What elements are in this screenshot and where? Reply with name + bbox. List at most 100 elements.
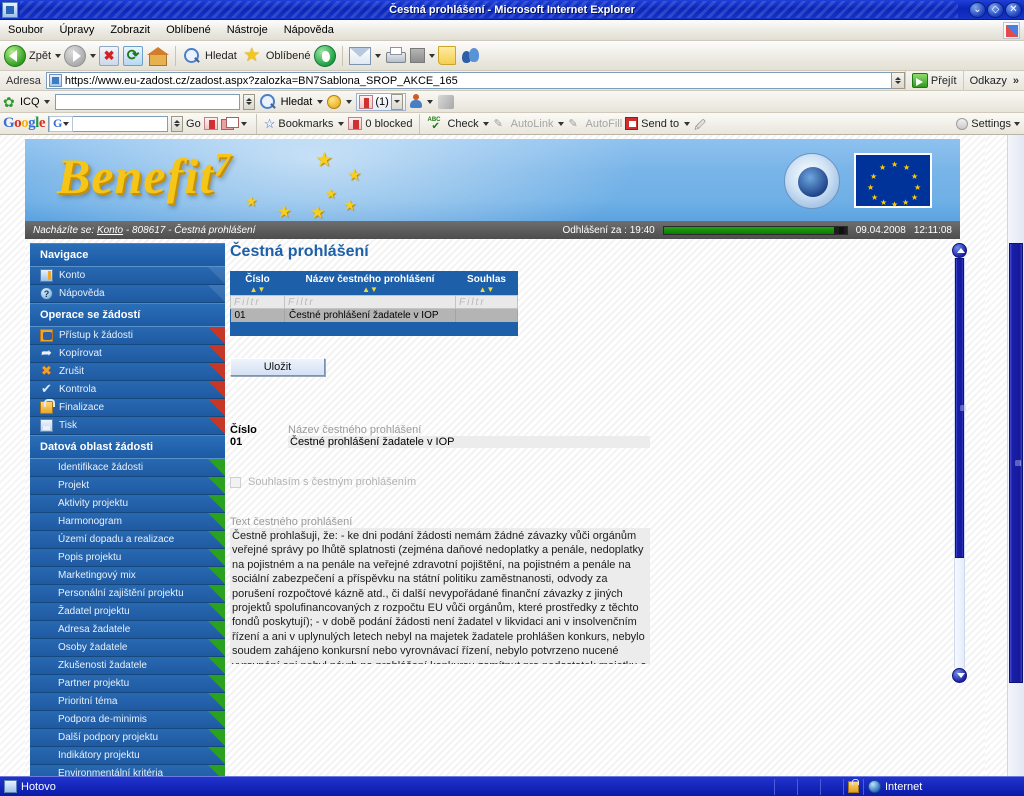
sort-asc-icon[interactable]: ▲: [362, 285, 370, 294]
stop-button[interactable]: [97, 44, 121, 68]
close-button[interactable]: ✕: [1005, 1, 1022, 18]
sidebar-item-n-pov-da[interactable]: Nápověda: [30, 285, 225, 303]
sidebar-item-identifikace-dosti[interactable]: Identifikace žádosti: [30, 459, 225, 477]
icq-dropdown-icon[interactable]: [43, 93, 52, 111]
breadcrumb-link-konto[interactable]: Konto: [97, 225, 123, 236]
edit-dropdown-icon[interactable]: [427, 46, 436, 66]
links-button[interactable]: Odkazy: [962, 71, 1013, 90]
messenger-button[interactable]: [458, 44, 484, 68]
google-autofill-label[interactable]: AutoFill: [585, 118, 622, 130]
sidebar-item-zem-dopadu-a-realizace[interactable]: Území dopadu a realizace: [30, 531, 225, 549]
mail-dropdown-icon[interactable]: [373, 46, 382, 66]
sidebar-item-popis-projektu[interactable]: Popis projektu: [30, 549, 225, 567]
icq-pen-icon[interactable]: [437, 94, 454, 109]
notes-button[interactable]: [436, 44, 458, 68]
browser-scrollbar[interactable]: ▤: [1007, 135, 1024, 776]
google-popup-dropdown-icon[interactable]: [240, 115, 249, 133]
sort-arrows-souhlas[interactable]: ▲▼: [460, 286, 514, 294]
icq-search-history-button[interactable]: [242, 93, 255, 110]
sidebar-item-dal-podpory-projektu[interactable]: Další podpory projektu: [30, 729, 225, 747]
search-button[interactable]: Hledat: [180, 44, 239, 68]
scroll-up-button[interactable]: [952, 243, 967, 258]
icq-message-dropdown-icon[interactable]: [390, 93, 403, 110]
google-search-input[interactable]: G: [48, 115, 169, 132]
sidebar-item-konto[interactable]: Konto: [30, 267, 225, 285]
google-blocked-label[interactable]: 0 blocked: [365, 118, 412, 130]
menu-item-nastroje[interactable]: Nástroje: [219, 22, 276, 38]
browser-scrollbar-thumb[interactable]: ▤: [1009, 243, 1023, 683]
favorites-button[interactable]: ★ Oblíbené: [239, 44, 313, 68]
google-settings-button[interactable]: Settings: [956, 117, 1020, 130]
sidebar-item-p-stup-k-dosti[interactable]: Přístup k žádosti: [30, 327, 225, 345]
google-autolink-label[interactable]: AutoLink: [511, 118, 554, 130]
table-header-cislo[interactable]: Číslo ▲▼: [230, 271, 285, 296]
minimize-button[interactable]: ⌄: [969, 1, 986, 18]
google-check-dropdown-icon[interactable]: [482, 115, 491, 133]
google-bookmarks-label[interactable]: Bookmarks: [278, 118, 333, 130]
save-button[interactable]: Uložit: [230, 358, 325, 376]
forward-dropdown-icon[interactable]: [88, 46, 97, 66]
sort-arrows-nazev[interactable]: ▲▼: [289, 286, 452, 294]
sidebar-item-osoby-adatele[interactable]: Osoby žadatele: [30, 639, 225, 657]
sidebar-item-zru-it[interactable]: ✖ Zrušit: [30, 363, 225, 381]
sidebar-item-projekt[interactable]: Projekt: [30, 477, 225, 495]
agreement-checkbox[interactable]: [230, 476, 241, 488]
sidebar-item-adresa-adatele[interactable]: Adresa žadatele: [30, 621, 225, 639]
menu-item-oblibene[interactable]: Oblíbené: [158, 22, 219, 38]
sidebar-item-partner-projektu[interactable]: Partner projektu: [30, 675, 225, 693]
sort-desc-icon[interactable]: ▼: [487, 285, 495, 294]
page-scrollbar-track[interactable]: ▤: [954, 258, 967, 668]
filter-input-cislo[interactable]: Filtr: [230, 295, 285, 309]
menu-item-zobrazit[interactable]: Zobrazit: [102, 22, 158, 38]
google-popup-blocker-icon[interactable]: [220, 116, 239, 131]
google-autolink-dropdown-icon[interactable]: [556, 115, 565, 133]
toolbar-overflow-icon[interactable]: »: [1013, 75, 1022, 87]
sidebar-item-finalizace[interactable]: Finalizace: [30, 399, 225, 417]
maximize-button[interactable]: ◇: [987, 1, 1004, 18]
sidebar-item-podpora-de-minimis[interactable]: Podpora de-minimis: [30, 711, 225, 729]
address-dropdown-button[interactable]: [891, 72, 905, 89]
back-dropdown-icon[interactable]: [53, 46, 62, 66]
sidebar-item-tisk[interactable]: Tisk: [30, 417, 225, 435]
filter-input-souhlas[interactable]: Filtr: [455, 295, 518, 309]
icq-contact-icon[interactable]: [409, 94, 423, 109]
table-header-nazev[interactable]: Název čestného prohlášení ▲▼: [284, 271, 456, 296]
sidebar-item-marketingov-mix[interactable]: Marketingový mix: [30, 567, 225, 585]
icq-search-input[interactable]: [54, 93, 240, 110]
google-sendto-label[interactable]: Send to: [641, 118, 679, 130]
table-header-souhlas[interactable]: Souhlas ▲▼: [455, 271, 518, 296]
page-scrollbar[interactable]: ▤: [952, 243, 967, 683]
home-button[interactable]: [145, 44, 171, 68]
icq-smiley-icon[interactable]: [327, 94, 342, 109]
google-check-label[interactable]: Check: [447, 118, 478, 130]
sidebar-item-kop-rovat[interactable]: ➦ Kopírovat: [30, 345, 225, 363]
icq-search-dropdown-icon[interactable]: [315, 93, 324, 111]
google-pagerank-icon[interactable]: [203, 117, 218, 130]
google-go-label[interactable]: Go: [186, 118, 201, 130]
sidebar-item-environment-ln-krit-ria[interactable]: Environmentální kritéria: [30, 765, 225, 776]
icq-message-counter[interactable]: (1): [356, 92, 406, 111]
refresh-button[interactable]: [121, 44, 145, 68]
sort-desc-icon[interactable]: ▼: [370, 285, 378, 294]
address-input[interactable]: https://www.eu-zadost.cz/zadost.aspx?zal…: [45, 72, 892, 89]
sidebar-item-aktivity-projektu[interactable]: Aktivity projektu: [30, 495, 225, 513]
sidebar-item-kontrola[interactable]: ✔ Kontrola: [30, 381, 225, 399]
edit-button[interactable]: [408, 44, 427, 68]
agreement-checkbox-row[interactable]: Souhlasím s čestným prohlášením: [230, 476, 650, 488]
menu-item-napoveda[interactable]: Nápověda: [276, 22, 342, 38]
go-button[interactable]: Přejít: [904, 71, 963, 90]
table-row[interactable]: 01 Čestné prohlášení žadatele v IOP: [230, 308, 518, 322]
google-search-dropdown-icon[interactable]: [171, 115, 184, 132]
icq-search-label[interactable]: Hledat: [281, 96, 313, 108]
back-button[interactable]: Zpět: [2, 44, 53, 68]
sidebar-item-adatel-projektu[interactable]: Žadatel projektu: [30, 603, 225, 621]
filter-input-nazev[interactable]: Filtr: [284, 295, 456, 309]
sidebar-item-zku-enosti-adatele[interactable]: Zkušenosti žadatele: [30, 657, 225, 675]
google-sendto-dropdown-icon[interactable]: [682, 115, 691, 133]
media-button[interactable]: [312, 44, 338, 68]
forward-button[interactable]: [62, 44, 88, 68]
menu-item-soubor[interactable]: Soubor: [0, 22, 51, 38]
google-bookmarks-dropdown-icon[interactable]: [336, 115, 345, 133]
sidebar-item-person-ln-zaji-t-n-projektu[interactable]: Personální zajištění projektu: [30, 585, 225, 603]
sidebar-item-indik-tory-projektu[interactable]: Indikátory projektu: [30, 747, 225, 765]
